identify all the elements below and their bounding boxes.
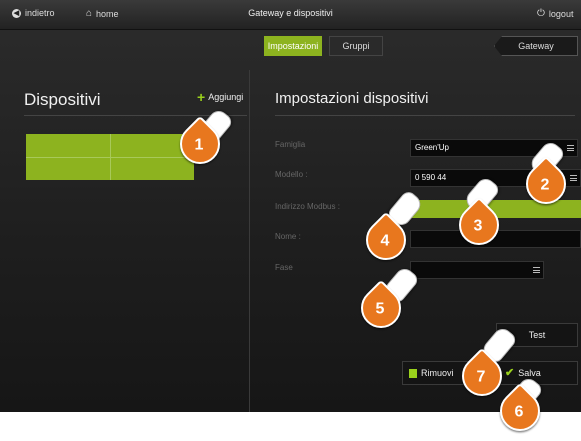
device-list-item[interactable] xyxy=(26,134,194,180)
tab-bar: Impostazioni Gruppi Gateway xyxy=(0,36,581,58)
add-label: Aggiungi xyxy=(208,92,244,102)
phase-select[interactable] xyxy=(410,261,544,279)
modbus-label: Indirizzo Modbus : xyxy=(275,202,340,211)
tab-impostazioni[interactable]: Impostazioni xyxy=(264,36,322,56)
top-bar: ◀ indietro ⌂ home Gateway e dispositivi … xyxy=(0,0,581,30)
save-button[interactable]: ✔ Salva xyxy=(496,361,578,385)
add-device-button[interactable]: + Aggiungi xyxy=(197,89,244,105)
page-title: Gateway e dispositivi xyxy=(248,8,333,18)
logout-button[interactable]: ⏻ logout xyxy=(537,8,573,19)
divider xyxy=(275,115,575,116)
model-value: 0 590 44 xyxy=(415,173,447,182)
trash-icon xyxy=(409,368,417,378)
name-label: Nome : xyxy=(275,232,301,241)
plus-icon: + xyxy=(197,89,206,105)
phase-label: Fase xyxy=(275,263,293,272)
menu-icon xyxy=(533,267,540,273)
menu-icon xyxy=(570,175,577,181)
gateway-back-tab[interactable]: Gateway xyxy=(494,36,578,56)
remove-label: Rimuovi xyxy=(421,368,454,378)
tab-gruppi[interactable]: Gruppi xyxy=(329,36,383,56)
check-icon: ✔ xyxy=(505,367,515,379)
family-label: Famiglia xyxy=(275,140,306,149)
power-icon: ⏻ xyxy=(537,8,545,19)
panel-divider xyxy=(249,70,250,412)
family-value: Green'Up xyxy=(415,143,449,152)
menu-icon xyxy=(567,145,574,151)
logout-label: logout xyxy=(548,8,574,19)
devices-title: Dispositivi xyxy=(24,90,101,109)
settings-title: Impostazioni dispositivi xyxy=(275,90,429,107)
model-label: Modello : xyxy=(275,170,308,179)
